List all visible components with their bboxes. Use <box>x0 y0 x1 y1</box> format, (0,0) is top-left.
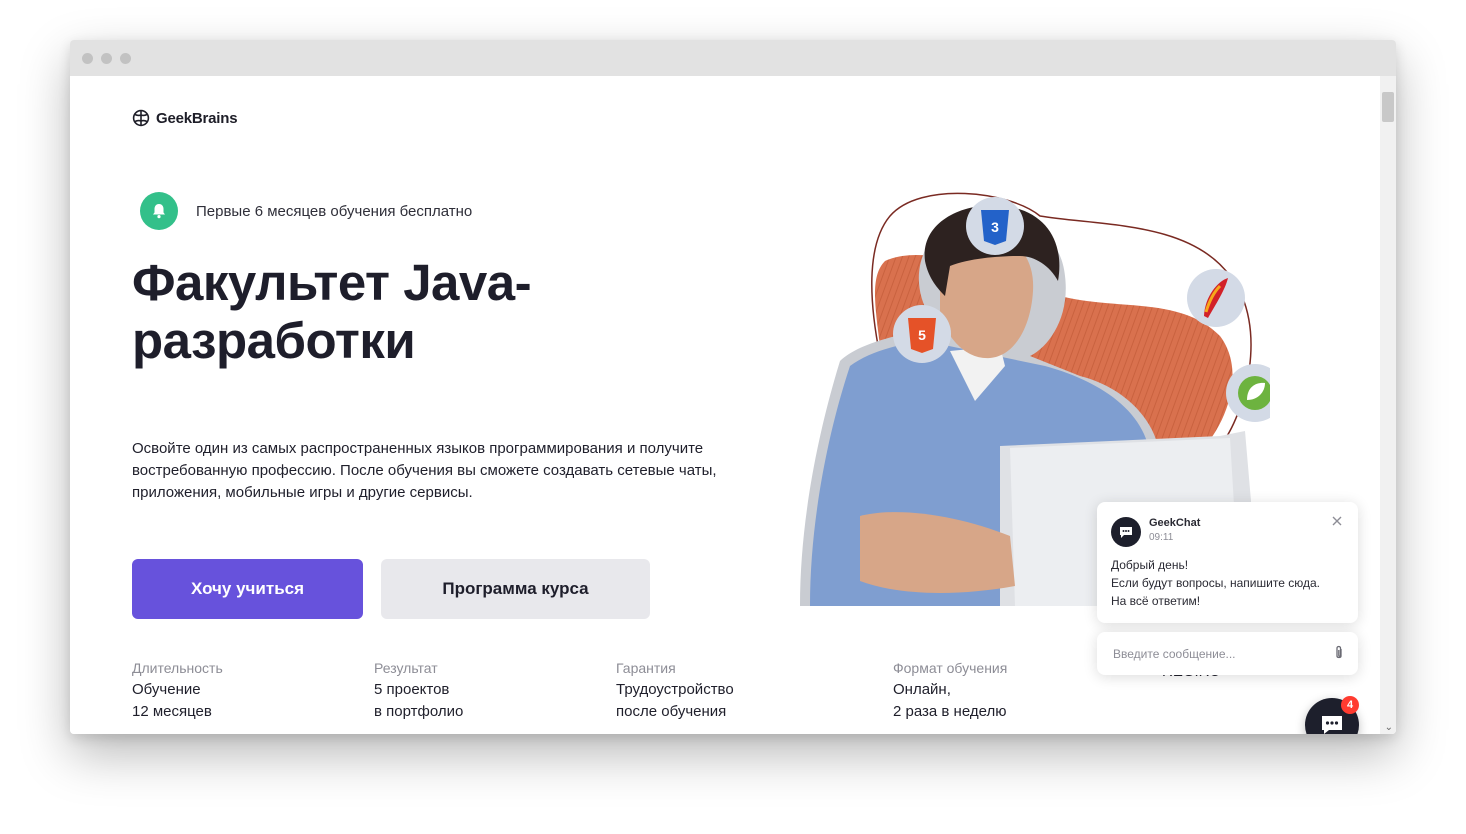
chat-message-line: Добрый день! <box>1111 558 1189 572</box>
window-close-dot[interactable] <box>82 53 93 64</box>
svg-text:5: 5 <box>918 327 926 343</box>
chat-input-box <box>1097 632 1358 675</box>
promo-banner: Первые 6 месяцев обучения бесплатно <box>140 192 472 230</box>
stat-value-line2: 12 месяцев <box>132 703 212 720</box>
window-titlebar <box>70 40 1396 76</box>
vertical-scrollbar[interactable]: ⌄ <box>1380 76 1396 734</box>
chat-bubble-icon <box>1322 716 1342 734</box>
css3-icon: 3 <box>966 197 1024 255</box>
chat-popup: GeekChat 09:11 Добрый день! Если будут в… <box>1097 502 1358 623</box>
stat-value-line1: Обучение <box>132 681 201 698</box>
close-icon[interactable] <box>1330 514 1344 528</box>
course-program-button[interactable]: Программа курса <box>381 559 650 619</box>
chat-sender-name: GeekChat <box>1149 517 1201 529</box>
window-minimize-dot[interactable] <box>101 53 112 64</box>
stat-format: Формат обучения Онлайн, 2 раза в неделю <box>893 659 1007 723</box>
chat-timestamp: 09:11 <box>1149 532 1174 543</box>
scroll-down-arrow-icon[interactable]: ⌄ <box>1385 722 1393 733</box>
stat-label: Результат <box>374 660 438 676</box>
stat-value-line1: Онлайн, <box>893 681 951 698</box>
stat-label: Длительность <box>132 660 223 676</box>
spring-leaf-icon <box>1226 364 1270 422</box>
brain-logo-icon <box>132 109 150 127</box>
stat-value-line1: Трудоустройство <box>616 681 734 698</box>
stat-value-line2: после обучения <box>616 703 727 720</box>
bell-icon <box>140 192 178 230</box>
browser-window: GeekBrains Первые 6 месяцев обучения бес… <box>70 40 1396 734</box>
paperclip-icon[interactable] <box>1334 645 1344 661</box>
course-description: Освойте один из самых распространенных я… <box>132 440 717 501</box>
stat-guarantee: Гарантия Трудоустройство после обучения <box>616 659 734 723</box>
stat-value-line1: 5 проектов <box>374 681 450 698</box>
stat-result: Результат 5 проектов в портфолио <box>374 659 463 723</box>
apache-feather-icon <box>1187 269 1245 327</box>
brand-name: GeekBrains <box>156 109 238 127</box>
want-to-learn-button[interactable]: Хочу учиться <box>132 559 363 619</box>
svg-text:3: 3 <box>991 219 999 235</box>
brand-logo[interactable]: GeekBrains <box>132 109 238 127</box>
chat-message: Добрый день! Если будут вопросы, напишит… <box>1111 556 1346 610</box>
page-title: Факультет Java-разработки <box>132 254 532 369</box>
promo-text: Первые 6 месяцев обучения бесплатно <box>196 202 473 220</box>
unread-count-badge: 4 <box>1341 696 1359 714</box>
stat-value-line2: 2 раза в неделю <box>893 703 1007 720</box>
scrollbar-thumb[interactable] <box>1382 92 1394 122</box>
stat-label: Формат обучения <box>893 660 1008 676</box>
chat-message-line: На всё ответим! <box>1111 594 1201 608</box>
chat-message-input[interactable] <box>1111 642 1325 666</box>
chat-avatar-icon <box>1111 517 1141 547</box>
stat-duration: Длительность Обучение 12 месяцев <box>132 659 223 723</box>
window-maximize-dot[interactable] <box>120 53 131 64</box>
html5-icon: 5 <box>893 305 951 363</box>
page-viewport: GeekBrains Первые 6 месяцев обучения бес… <box>70 76 1396 734</box>
chat-message-line: Если будут вопросы, напишите сюда. <box>1111 576 1320 590</box>
stat-label: Гарантия <box>616 660 676 676</box>
stat-value-line2: в портфолио <box>374 703 464 720</box>
